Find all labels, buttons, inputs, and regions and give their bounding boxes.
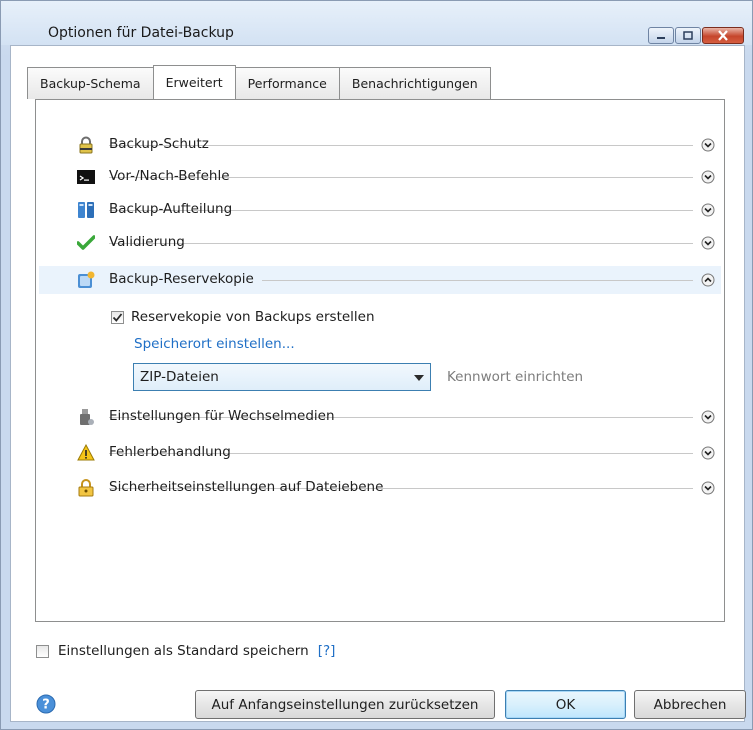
window-title: Optionen für Datei-Backup (48, 25, 234, 41)
section-wechselmedien[interactable]: Einstellungen für Wechselmedien (39, 403, 721, 431)
tab-performance[interactable]: Performance (234, 67, 340, 99)
title-bar[interactable]: Optionen für Datei-Backup (1, 1, 752, 45)
dialog-window: Optionen für Datei-Backup Backup-Schema … (0, 0, 753, 730)
format-select-value: ZIP-Dateien (140, 369, 219, 385)
split-icon (78, 202, 94, 218)
set-password-link: Kennwort einrichten (447, 369, 584, 385)
reserve-copy-icon (78, 271, 95, 288)
save-default-label: Einstellungen als Standard speichern (58, 643, 309, 659)
section-label: Sicherheitseinstellungen auf Dateiebene (109, 479, 384, 495)
chevron-down-icon[interactable] (701, 170, 715, 184)
reserve-checkbox-row[interactable]: Reservekopie von Backups erstellen (111, 309, 375, 325)
section-backup-schutz[interactable]: Backup-Schutz (39, 131, 721, 159)
checkmark-icon (77, 235, 95, 250)
cancel-button[interactable]: Abbrechen (634, 690, 746, 719)
chevron-down-icon[interactable] (701, 138, 715, 152)
tab-label: Benachrichtigungen (351, 76, 478, 91)
svg-text:?: ? (42, 698, 50, 713)
tab-benachrichtigungen[interactable]: Benachrichtigungen (338, 67, 491, 99)
minimize-button[interactable] (648, 27, 674, 44)
section-backup-reservekopie[interactable]: Backup-Reservekopie (39, 266, 721, 294)
section-label: Backup-Aufteilung (109, 201, 233, 217)
button-label: Abbrechen (653, 696, 727, 713)
close-button[interactable] (702, 27, 744, 44)
chevron-down-icon[interactable] (701, 446, 715, 460)
file-lock-icon (78, 479, 94, 497)
usb-drive-icon (80, 409, 94, 425)
section-label: Backup-Reservekopie (109, 271, 262, 287)
save-default-checkbox[interactable] (36, 644, 49, 658)
dropdown-arrow-icon (414, 375, 424, 381)
terminal-icon (77, 170, 95, 184)
close-icon (718, 30, 728, 41)
chevron-down-icon[interactable] (701, 236, 715, 250)
section-label: Validierung (109, 234, 185, 250)
section-label: Backup-Schutz (109, 136, 209, 152)
section-vor-nach-befehle[interactable]: Vor-/Nach-Befehle (39, 163, 721, 191)
chevron-up-icon[interactable] (701, 273, 715, 287)
chevron-down-icon[interactable] (701, 203, 715, 217)
reserve-checkbox-label: Reservekopie von Backups erstellen (131, 309, 375, 325)
storage-location-link[interactable]: Speicherort einstellen... (134, 336, 295, 352)
section-backup-aufteilung[interactable]: Backup-Aufteilung (39, 196, 721, 224)
section-fehlerbehandlung[interactable]: Fehlerbehandlung (39, 439, 721, 467)
section-label: Vor-/Nach-Befehle (109, 168, 230, 184)
maximize-button[interactable] (675, 27, 701, 44)
chevron-down-icon[interactable] (701, 481, 715, 495)
format-select[interactable]: ZIP-Dateien (133, 363, 431, 391)
maximize-icon (683, 31, 693, 40)
chevron-down-icon[interactable] (701, 410, 715, 424)
help-button[interactable]: ? (36, 694, 56, 714)
tab-strip: Backup-Schema Erweitert Performance Bena… (27, 65, 491, 100)
tab-label: Performance (247, 76, 327, 91)
section-label: Fehlerbehandlung (109, 444, 231, 460)
minimize-icon (657, 36, 665, 39)
section-validierung[interactable]: Validierung (39, 229, 721, 257)
section-divider (109, 243, 693, 244)
tab-erweitert[interactable]: Erweitert (152, 65, 236, 99)
tab-label: Backup-Schema (40, 76, 141, 91)
lock-icon (79, 136, 93, 154)
ok-button[interactable]: OK (505, 690, 626, 719)
check-mark-icon (112, 312, 123, 322)
section-sicherheitseinstellungen[interactable]: Sicherheitseinstellungen auf Dateiebene (39, 474, 721, 502)
tab-label: Erweitert (165, 75, 223, 90)
button-label: OK (555, 696, 576, 713)
section-label: Einstellungen für Wechselmedien (109, 408, 335, 424)
reset-defaults-button[interactable]: Auf Anfangseinstellungen zurücksetzen (195, 690, 495, 719)
warning-icon (77, 444, 95, 461)
default-settings-row[interactable]: Einstellungen als Standard speichern [?] (36, 643, 335, 659)
reserve-checkbox[interactable] (111, 310, 124, 324)
window-controls (647, 27, 744, 44)
help-icon: ? (36, 694, 56, 714)
tab-backup-schema[interactable]: Backup-Schema (27, 67, 154, 99)
help-link[interactable]: [?] (318, 643, 336, 659)
button-label: Auf Anfangseinstellungen zurücksetzen (211, 696, 479, 713)
